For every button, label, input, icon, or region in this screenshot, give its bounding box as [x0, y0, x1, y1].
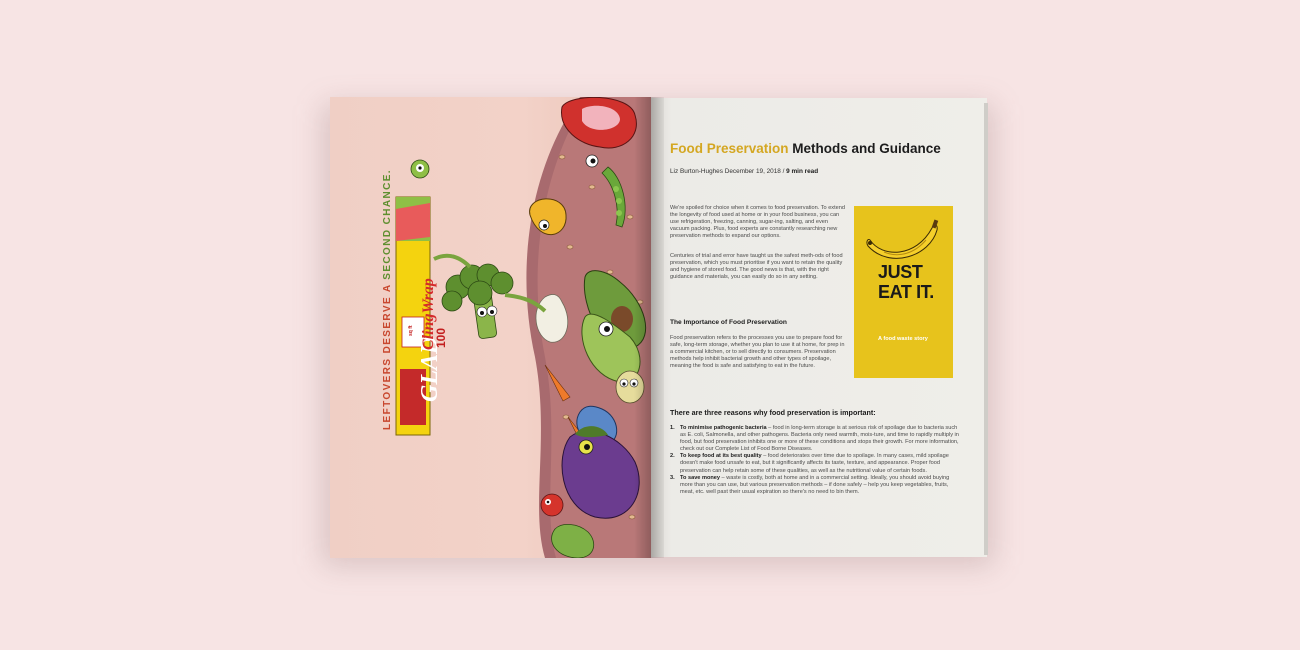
- list-item: 3. To save money – waste is costly, both…: [670, 475, 960, 496]
- importance-paragraph: Food preservation refers to the processe…: [670, 335, 845, 370]
- page-edge: [984, 103, 988, 555]
- product-count-unit: sq ft: [408, 325, 414, 336]
- article-title-accent: Food Preservation: [670, 141, 789, 156]
- byline-read-time: 9 min read: [786, 168, 819, 175]
- list-item-number: 1.: [670, 425, 675, 431]
- ad-tagline-part1: LEFTOVERS DESERVE A: [382, 279, 393, 430]
- ad-tagline: LEFTOVERS DESERVE A SECOND CHANCE.: [382, 169, 393, 430]
- list-item-number: 3.: [670, 474, 675, 481]
- list-item-lead: To keep food at its best quality: [680, 453, 762, 460]
- list-item-lead: To minimise pathogenic bacteria: [680, 425, 767, 431]
- ad-tagline-part2: SECOND CHANCE.: [382, 169, 393, 280]
- product-count: 100: [434, 327, 448, 348]
- food-characters-illustration: [395, 97, 651, 558]
- list-item: 2. To keep food at its best quality – fo…: [670, 453, 960, 474]
- list-item-text: – waste is costly, both at home and in a…: [680, 474, 950, 495]
- poster-subtitle: A food waste story: [878, 336, 928, 342]
- article-title-rest: Methods and Guidance: [788, 141, 941, 156]
- list-item-lead: To save money: [680, 474, 720, 481]
- list-item-number: 2.: [670, 453, 675, 460]
- list-item: 1. To minimise pathogenic bacteria – foo…: [670, 425, 960, 453]
- byline-author-date: Liz Burton-Hughes December 19, 2018 /: [670, 168, 787, 175]
- left-page-advertisement: [330, 97, 651, 558]
- importance-heading: The Importance of Food Preservation: [670, 319, 787, 326]
- article-title: Food Preservation Methods and Guidance: [670, 141, 941, 156]
- reasons-heading: There are three reasons why food preserv…: [670, 408, 876, 417]
- intro-paragraph: We're spoiled for choice when it comes t…: [670, 205, 845, 240]
- second-paragraph: Centuries of trial and error have taught…: [670, 253, 843, 281]
- poster-title: JUST EAT IT.: [878, 262, 934, 302]
- reasons-list: 1. To minimise pathogenic bacteria – foo…: [670, 425, 960, 496]
- article-byline: Liz Burton-Hughes December 19, 2018 / 9 …: [670, 168, 818, 175]
